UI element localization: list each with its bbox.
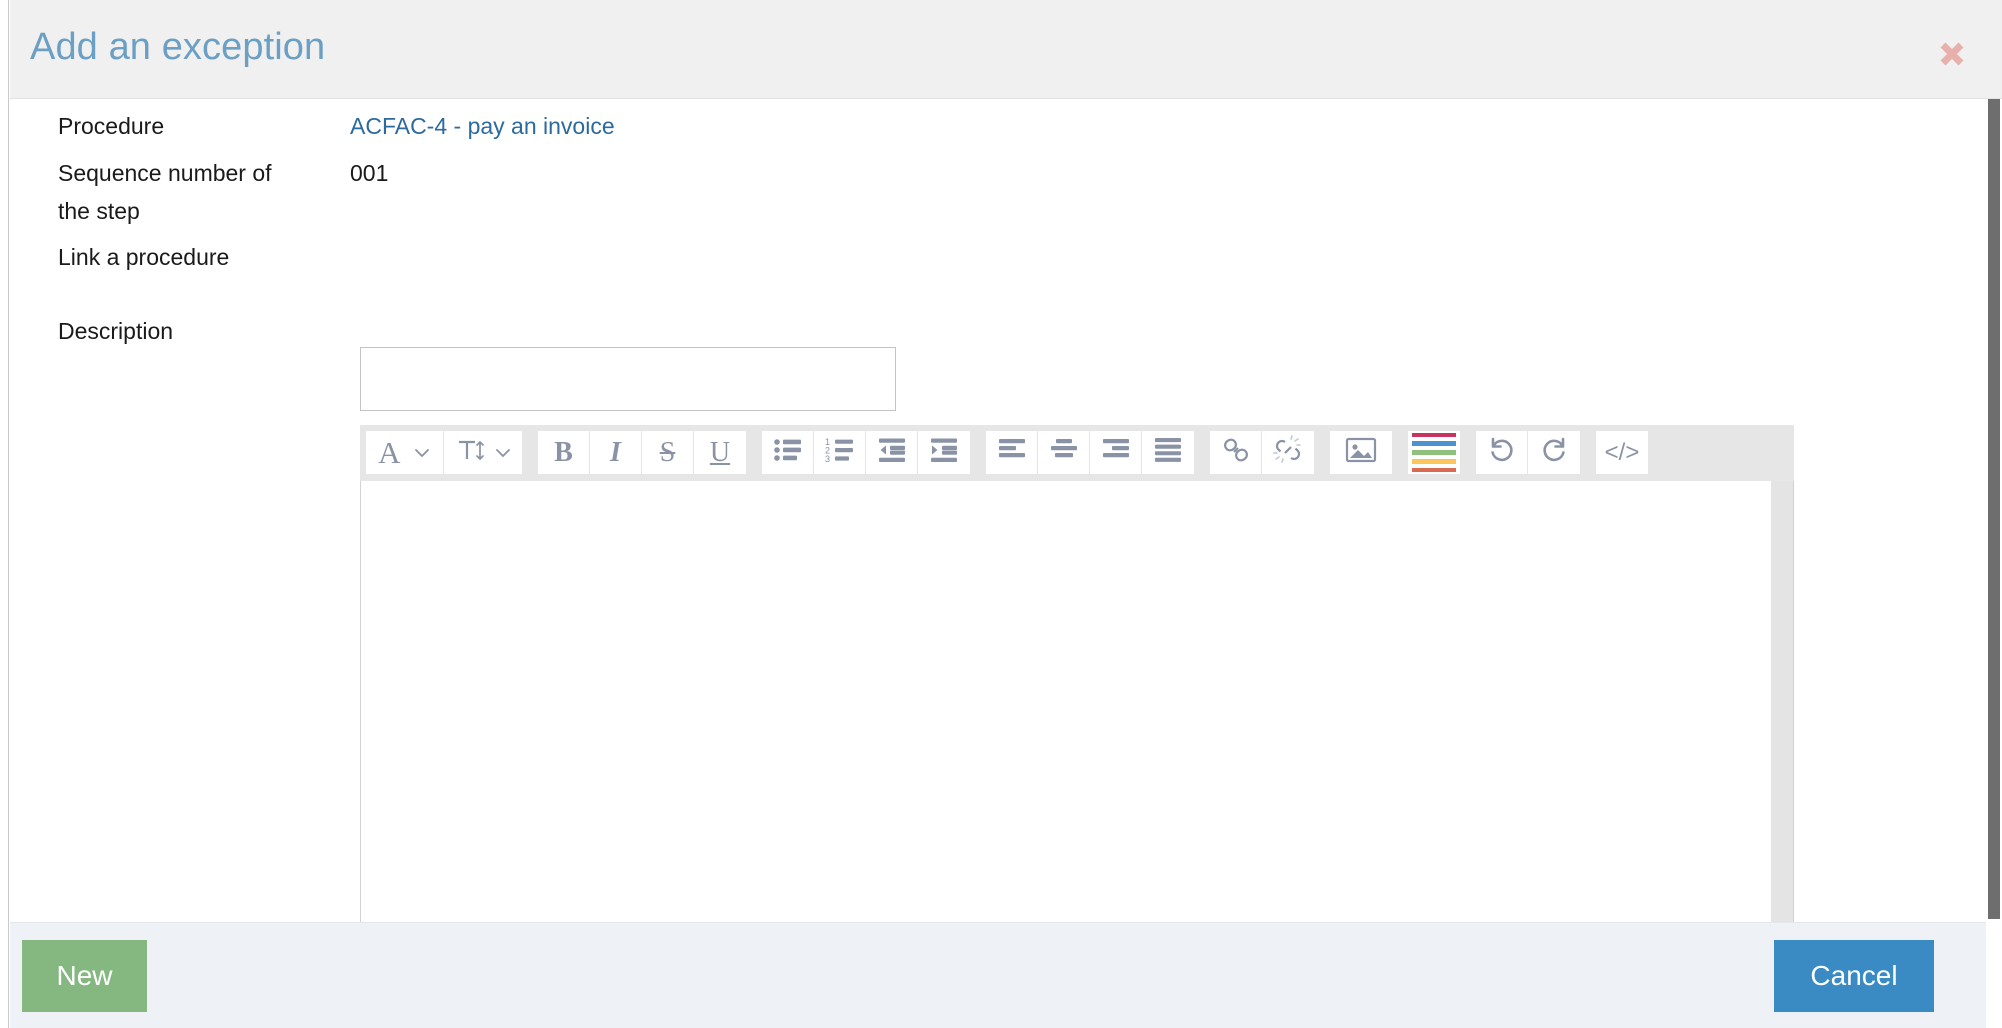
align-left-icon [996, 436, 1028, 469]
font-size-button[interactable] [444, 431, 522, 474]
undo-button[interactable] [1476, 431, 1528, 474]
indent-icon [928, 436, 960, 469]
field-label-procedure: Procedure [58, 113, 165, 139]
italic-button[interactable]: I [590, 431, 642, 474]
align-right-icon [1100, 436, 1132, 469]
dialog-body: Procedure ACFAC-4 - pay an invoice Seque… [10, 99, 2002, 993]
field-label-description: Description [58, 318, 174, 344]
numbered-list-icon: 1 2 3 [824, 436, 856, 469]
window-scrollbar[interactable] [1986, 99, 2002, 1028]
dialog-title: Add an exception [30, 26, 326, 68]
editor-toolbar: A B I S U 1 2 3 </> [360, 425, 1794, 481]
image-icon [1344, 435, 1378, 470]
underline-icon: U [709, 436, 731, 468]
font-family-button[interactable]: A [366, 431, 444, 474]
underline-button[interactable]: U [694, 431, 746, 474]
toolbar-group-list: 1 2 3 [762, 431, 970, 474]
align-justify-button[interactable] [1142, 431, 1194, 474]
text-color-button[interactable] [1408, 431, 1460, 474]
cancel-button[interactable]: Cancel [1774, 940, 1934, 1012]
toolbar-group-align [986, 431, 1194, 474]
outdent-icon [876, 436, 908, 469]
procedure-link[interactable]: ACFAC-4 - pay an invoice [350, 107, 615, 145]
insert-image-button[interactable] [1330, 431, 1392, 474]
bullet-list-button[interactable] [762, 431, 814, 474]
font-size-icon [455, 435, 485, 470]
unlink-icon [1273, 435, 1303, 470]
toolbar-group-source: </> [1596, 431, 1648, 474]
align-center-icon [1048, 436, 1080, 469]
color-palette-icon [1412, 432, 1456, 473]
description-rich-text-editor: A B I S U 1 2 3 </> [360, 425, 1794, 993]
redo-button[interactable] [1528, 431, 1580, 474]
toolbar-group-insert [1330, 431, 1392, 474]
sequence-number-value: 001 [350, 160, 389, 186]
link-procedure-input[interactable] [360, 347, 896, 411]
editor-scrollbar[interactable] [1771, 481, 1793, 992]
new-button[interactable]: New [22, 940, 147, 1012]
outdent-button[interactable] [866, 431, 918, 474]
numbered-list-button[interactable]: 1 2 3 [814, 431, 866, 474]
indent-button[interactable] [918, 431, 970, 474]
bold-button[interactable]: B [538, 431, 590, 474]
remove-link-button[interactable] [1262, 431, 1314, 474]
italic-icon: I [610, 436, 621, 468]
description-editor-area[interactable] [361, 481, 1773, 992]
svg-text:3: 3 [825, 454, 830, 464]
toolbar-group-style: B I S U [538, 431, 746, 474]
code-view-icon: </> [1604, 438, 1640, 466]
align-center-button[interactable] [1038, 431, 1090, 474]
screen-root: Add an exception Procedure ACFAC-4 - pay… [0, 0, 2002, 1028]
field-label-sequence-number: Sequence number of the step [58, 160, 272, 224]
window-scrollbar-thumb[interactable] [1988, 99, 2000, 919]
add-exception-dialog: Add an exception Procedure ACFAC-4 - pay… [10, 0, 2002, 1028]
toolbar-group-history [1476, 431, 1580, 474]
strikethrough-icon: S [659, 436, 676, 468]
strikethrough-button[interactable]: S [642, 431, 694, 474]
field-label-link-procedure: Link a procedure [58, 244, 230, 270]
toolbar-group-link [1210, 431, 1314, 474]
close-icon[interactable] [1934, 36, 1970, 72]
chevron-down-icon [495, 448, 510, 457]
toolbar-group-font: A [366, 431, 522, 474]
code-view-button[interactable]: </> [1596, 431, 1648, 474]
link-icon [1221, 435, 1251, 470]
dialog-footer: New Cancel [10, 922, 2002, 1028]
insert-link-button[interactable] [1210, 431, 1262, 474]
bold-icon: B [554, 436, 573, 468]
chevron-down-icon [414, 448, 429, 457]
font-family-icon: A [378, 435, 401, 470]
editor-body [360, 481, 1794, 993]
toolbar-group-color [1408, 431, 1460, 474]
dialog-header: Add an exception [10, 0, 2002, 99]
align-left-button[interactable] [986, 431, 1038, 474]
page-left-edge [0, 0, 9, 1028]
undo-icon [1487, 435, 1517, 470]
align-justify-icon [1152, 436, 1184, 469]
align-right-button[interactable] [1090, 431, 1142, 474]
redo-icon [1539, 435, 1569, 470]
bullet-list-icon [772, 436, 804, 469]
